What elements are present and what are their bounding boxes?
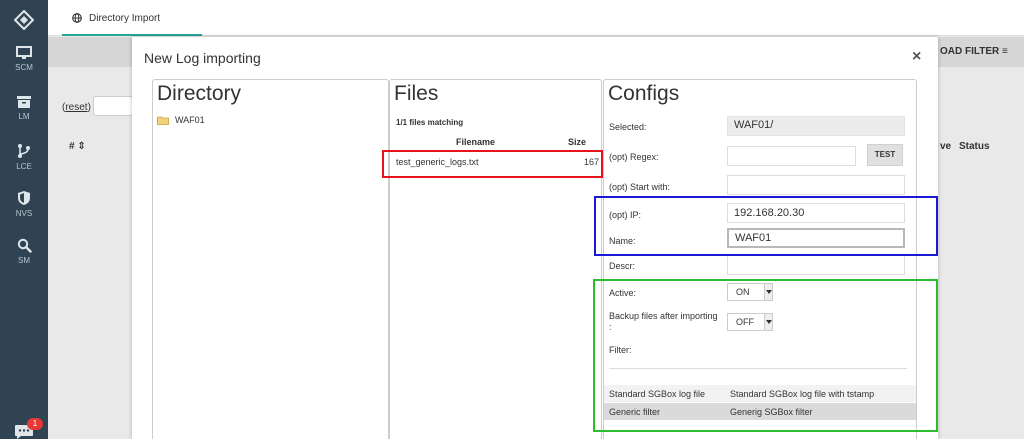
selected-value: WAF01/ [727,116,905,136]
regex-label: (opt) Regex: [609,152,659,162]
modal-title: New Log importing [144,50,261,66]
search-icon [17,238,32,253]
backup-label: Backup files after importing [609,311,718,321]
filter-row[interactable]: Generic filter Generig SGBox filter [604,403,916,420]
sidebar-item-label: LM [18,112,30,121]
files-panel: Files 1/1 files matching Filename Size t… [389,79,602,439]
top-tab-bar: Directory Import [48,0,1024,36]
folder-icon [157,116,169,125]
close-icon[interactable]: × [912,48,921,66]
shield-icon [18,191,30,205]
column-header-active-partial: ve [940,141,952,152]
archive-icon [17,96,31,108]
load-filter-button[interactable]: OAD FILTER ≡ [940,46,1008,57]
filter-label: Filter: [609,345,632,355]
directory-panel: Directory WAF01 [152,79,389,439]
descr-input[interactable] [727,255,905,275]
file-row-name[interactable]: test_generic_logs.txt [396,157,479,167]
active-select[interactable]: ON [727,283,773,301]
ip-label: (opt) IP: [609,210,642,220]
filter-name: Standard SGBox log file [609,389,706,399]
branch-icon [18,144,30,158]
backup-select-value: OFF [736,317,754,327]
column-header-filename: Filename [456,137,496,147]
new-log-import-modal: New Log importing × Directory WAF01 File… [132,37,938,439]
backup-label-colon: : [609,322,612,332]
filter-name: Generic filter [609,407,661,417]
configs-title: Configs [608,82,680,105]
directory-title: Directory [157,82,242,105]
start-with-label: (opt) Start with: [609,182,671,192]
backup-select[interactable]: OFF [727,313,773,331]
sidebar-item-nvs[interactable]: NVS [0,190,48,218]
sidebar-item-scm[interactable]: SCM [0,46,48,72]
filter-description: Generig SGBox filter [730,407,813,417]
sidebar-item-lce[interactable]: LCE [0,143,48,171]
sidebar-item-label: SCM [15,63,33,72]
file-row-size: 167 [584,157,600,167]
reset-link-wrapper: (reset) [62,102,91,113]
sidebar-item-label: NVS [15,209,33,218]
directory-item-label: WAF01 [175,115,205,125]
ip-input[interactable] [727,203,905,223]
sidebar-item-label: SM [18,256,30,265]
reset-link[interactable]: reset [65,102,87,113]
divider [609,368,907,369]
regex-input[interactable] [727,146,856,166]
column-header-status: Status [959,141,990,152]
filter-row[interactable]: Standard SGBox log file Standard SGBox l… [604,385,916,402]
column-header-id[interactable]: # ⇕ [69,141,86,152]
active-select-value: ON [736,287,750,297]
files-matching-count: 1/1 files matching [396,118,464,127]
globe-icon [72,13,82,23]
monitor-icon [16,46,32,59]
name-label: Name: [609,236,636,246]
app-logo-icon[interactable] [14,10,34,30]
descr-label: Descr: [609,261,636,271]
start-with-input[interactable] [727,175,905,195]
sidebar-item-label: LCE [16,162,32,171]
test-button[interactable]: TEST [867,144,903,166]
configs-panel: Configs Selected: WAF01/ (opt) Regex: TE… [603,79,917,439]
tab-label: Directory Import [89,13,161,24]
name-input[interactable] [727,228,905,248]
directory-item[interactable]: WAF01 [157,115,205,125]
active-label: Active: [609,288,637,298]
background-search-input[interactable] [93,96,133,116]
selected-label: Selected: [609,122,647,132]
sidebar-item-sm[interactable]: SM [0,238,48,265]
column-header-size: Size [568,137,587,147]
reset-suffix: ) [87,102,91,113]
chevron-down-icon [764,314,772,330]
sidebar-item-lm[interactable]: LM [0,95,48,121]
sidebar: SCM LM LCE NVS SM 1 [0,0,48,439]
filter-description: Standard SGBox log file with tstamp [730,389,875,399]
tab-directory-import[interactable]: Directory Import [62,0,202,36]
files-title: Files [394,82,439,105]
chat-badge: 1 [27,418,43,430]
chevron-down-icon [764,284,772,300]
